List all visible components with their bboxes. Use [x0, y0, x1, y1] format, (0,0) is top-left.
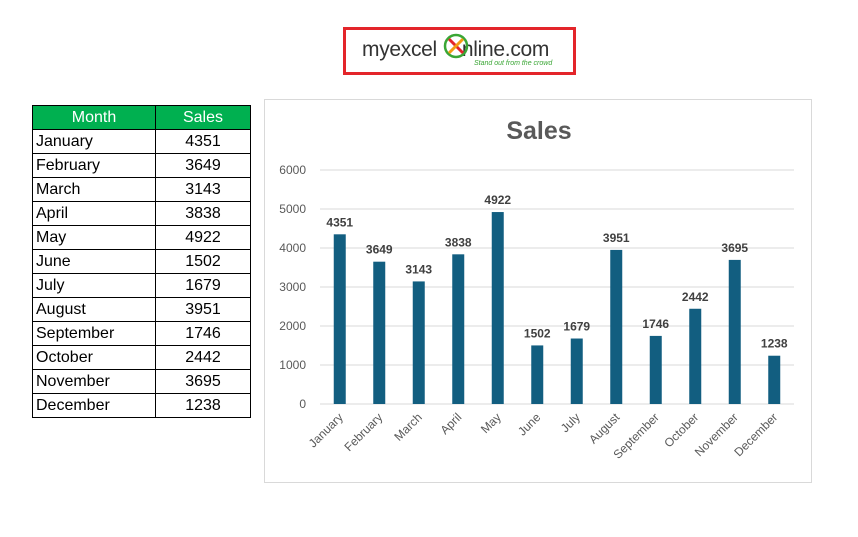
cell-sales: 3838: [155, 201, 251, 226]
y-tick-label: 5000: [279, 202, 306, 216]
cell-sales: 1746: [155, 321, 251, 346]
x-tick-label: April: [437, 410, 464, 437]
x-tick-label: August: [586, 410, 623, 447]
bar: [649, 335, 662, 404]
header-sales: Sales: [155, 105, 251, 130]
table-row: July 1679: [32, 273, 251, 298]
bar: [452, 254, 465, 404]
table-row: April 3838: [32, 201, 251, 226]
header-month: Month: [32, 105, 156, 130]
cell-month: September: [32, 321, 156, 346]
bar: [768, 355, 781, 404]
bar: [728, 259, 741, 404]
bar: [570, 338, 583, 404]
cell-month: July: [32, 273, 156, 298]
x-tick-label: October: [661, 410, 701, 450]
cell-month: November: [32, 369, 156, 394]
table-row: March 3143: [32, 177, 251, 202]
bar: [610, 249, 623, 404]
data-label: 1679: [563, 320, 590, 334]
y-tick-label: 2000: [279, 319, 306, 333]
data-label: 1746: [642, 317, 669, 331]
x-tick-label: February: [342, 410, 386, 454]
bar: [373, 261, 386, 404]
brand-logo: myexcel nline.com Stand out from the crow…: [343, 27, 576, 75]
x-tick-label: May: [478, 410, 504, 436]
cell-month: August: [32, 297, 156, 322]
cell-sales: 2442: [155, 345, 251, 370]
logo-o-icon: [443, 33, 469, 59]
x-tick-label: December: [731, 410, 780, 459]
table-header-row: Month Sales: [32, 105, 251, 130]
table-row: August 3951: [32, 297, 251, 322]
cell-sales: 4351: [155, 129, 251, 154]
x-tick-label: July: [558, 410, 583, 435]
logo-tagline: Stand out from the crowd: [474, 60, 553, 67]
bar: [333, 234, 346, 404]
table-row: December 1238: [32, 393, 251, 418]
cell-sales: 1502: [155, 249, 251, 274]
y-tick-label: 6000: [279, 163, 306, 177]
data-label: 3649: [366, 243, 393, 257]
cell-sales: 3143: [155, 177, 251, 202]
cell-month: February: [32, 153, 156, 178]
table-row: November 3695: [32, 369, 251, 394]
x-tick-label: January: [306, 410, 346, 450]
chart-plot: 0 1000 2000 3000 4000 5000 6000 4351 January 3649…: [279, 163, 794, 462]
cell-sales: 3649: [155, 153, 251, 178]
cell-month: May: [32, 225, 156, 250]
cell-month: January: [32, 129, 156, 154]
data-label: 3951: [603, 231, 630, 245]
sales-chart: Sales 0 1000 2000 3000 4000 5000 6000 4351 Janua…: [264, 99, 812, 483]
table-row: October 2442: [32, 345, 251, 370]
table-row: September 1746: [32, 321, 251, 346]
y-tick-label: 3000: [279, 280, 306, 294]
data-label: 2442: [682, 290, 709, 304]
data-label: 1502: [524, 326, 551, 340]
data-label: 3695: [721, 241, 748, 255]
logo-prefix: myexcel: [362, 38, 437, 61]
cell-sales: 4922: [155, 225, 251, 250]
y-tick-label: 0: [299, 397, 306, 411]
table-row: May 4922: [32, 225, 251, 250]
x-tick-label: March: [391, 410, 424, 443]
logo-suffix: nline.com: [461, 38, 550, 61]
cell-month: April: [32, 201, 156, 226]
y-tick-label: 1000: [279, 358, 306, 372]
table-row: January 4351: [32, 129, 251, 154]
table-row: June 1502: [32, 249, 251, 274]
bar: [491, 212, 504, 404]
sales-table: Month Sales January 4351 February 3649 March…: [32, 105, 251, 418]
y-tick-label: 4000: [279, 241, 306, 255]
cell-month: June: [32, 249, 156, 274]
data-label: 4922: [484, 193, 511, 207]
bar: [412, 281, 425, 404]
data-label: 1238: [761, 337, 788, 351]
bar: [531, 345, 544, 404]
bar: [689, 308, 702, 404]
cell-month: March: [32, 177, 156, 202]
table-row: February 3649: [32, 153, 251, 178]
data-label: 3838: [445, 235, 472, 249]
cell-month: October: [32, 345, 156, 370]
x-tick-label: June: [515, 410, 544, 439]
cell-month: December: [32, 393, 156, 418]
data-label: 3143: [405, 262, 432, 276]
data-label: 4351: [326, 215, 353, 229]
cell-sales: 1238: [155, 393, 251, 418]
cell-sales: 3951: [155, 297, 251, 322]
cell-sales: 3695: [155, 369, 251, 394]
cell-sales: 1679: [155, 273, 251, 298]
